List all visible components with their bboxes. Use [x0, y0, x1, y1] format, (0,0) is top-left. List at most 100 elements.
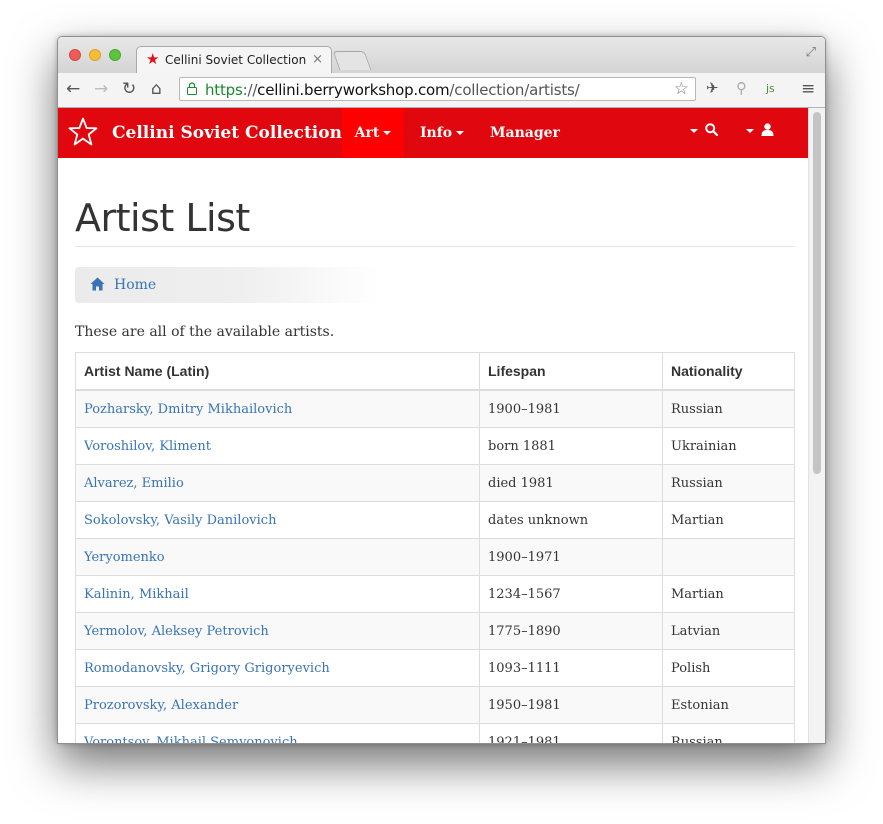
lifespan-cell: 1950–1981 [479, 686, 663, 724]
artist-link[interactable]: Yeryomenko [84, 550, 165, 565]
artists-table: Artist Name (Latin) Lifespan Nationality… [75, 352, 795, 744]
artist-name-cell: Yeryomenko [75, 538, 480, 576]
nationality-cell: Martian [662, 575, 795, 613]
artist-link[interactable]: Vorontsov, Mikhail Semyonovich [84, 735, 298, 744]
window-maximize-button[interactable] [109, 49, 121, 61]
reload-icon[interactable]: ↻ [122, 79, 136, 99]
browser-toolbar: ← → ↻ ⌂ https://cellini.berryworkshop.co… [58, 73, 825, 108]
artist-link[interactable]: Prozorovsky, Alexander [84, 698, 238, 713]
artist-link[interactable]: Romodanovsky, Grigory Grigoryevich [84, 661, 330, 676]
nav-art[interactable]: Art [342, 108, 404, 158]
address-bar[interactable]: https://cellini.berryworkshop.com/collec… [179, 77, 696, 101]
artist-name-cell: Prozorovsky, Alexander [75, 686, 480, 724]
breadcrumb: Home [75, 267, 380, 303]
nationality-cell [662, 538, 795, 576]
window-minimize-button[interactable] [89, 49, 101, 61]
new-tab-button[interactable] [332, 51, 372, 70]
artist-link[interactable]: Yermolov, Aleksey Petrovich [84, 624, 269, 639]
lifespan-cell: 1900–1971 [479, 538, 663, 576]
title-divider [75, 246, 795, 247]
lifespan-cell: dates unknown [479, 501, 663, 539]
table-row: Sokolovsky, Vasily Danilovich dates unkn… [75, 501, 795, 539]
nationality-cell: Ukrainian [662, 427, 795, 465]
page-title: Artist List [75, 196, 250, 240]
table-row: Yeryomenko 1900–1971 [75, 538, 795, 576]
tab-title: Cellini Soviet Collection [165, 53, 307, 67]
lifespan-cell: born 1881 [479, 427, 663, 465]
forward-icon[interactable]: → [94, 79, 108, 99]
magnifier-extension-icon[interactable]: ⚲ [736, 79, 747, 97]
header-lifespan[interactable]: Lifespan [479, 352, 663, 391]
nationality-cell: Polish [662, 649, 795, 687]
artist-name-cell: Vorontsov, Mikhail Semyonovich [75, 723, 480, 744]
artist-name-cell: Yermolov, Aleksey Petrovich [75, 612, 480, 650]
nationality-cell: Martian [662, 501, 795, 539]
user-dropdown[interactable] [746, 121, 774, 139]
nationality-cell: Russian [662, 464, 795, 502]
page-content: Artist List Home These are all of the av… [58, 158, 811, 744]
lifespan-cell: 1775–1890 [479, 612, 663, 650]
lifespan-cell: 1921–1981 [479, 723, 663, 743]
browser-tab[interactable]: ★ Cellini Soviet Collection × [136, 46, 332, 74]
user-icon [761, 123, 774, 136]
tab-strip: ★ Cellini Soviet Collection × ⤢ [58, 37, 825, 74]
header-nationality[interactable]: Nationality [662, 352, 795, 391]
table-row: Alvarez, Emilio died 1981 Russian [75, 464, 795, 502]
intro-text: These are all of the available artists. [75, 324, 335, 340]
star-bookmark-icon[interactable]: ☆ [674, 79, 689, 99]
vertical-scrollbar[interactable] [808, 108, 825, 743]
lifespan-cell: 1093–1111 [479, 649, 663, 687]
artist-name-cell: Pozharsky, Dmitry Mikhailovich [75, 389, 480, 428]
nationality-cell: Russian [662, 389, 795, 428]
artist-link[interactable]: Voroshilov, Kliment [84, 439, 211, 454]
artist-link[interactable]: Sokolovsky, Vasily Danilovich [84, 513, 276, 528]
artist-link[interactable]: Kalinin, Mikhail [84, 587, 189, 602]
menu-icon[interactable]: ≡ [801, 79, 815, 99]
back-icon[interactable]: ← [66, 79, 80, 99]
browser-window: ★ Cellini Soviet Collection × ⤢ ← → ↻ ⌂ … [57, 36, 826, 744]
caret-down-icon [690, 128, 698, 133]
star-outline-icon [68, 117, 98, 146]
site-navbar: Cellini Soviet Collection Art Info Manag… [58, 108, 811, 158]
table-row: Yermolov, Aleksey Petrovich 1775–1890 La… [75, 612, 795, 650]
caret-down-icon [383, 131, 392, 135]
table-row: Prozorovsky, Alexander 1950–1981 Estonia… [75, 686, 795, 724]
lifespan-cell: 1900–1981 [479, 389, 663, 428]
nationality-cell: Estonian [662, 686, 795, 724]
artist-name-cell: Voroshilov, Kliment [75, 427, 480, 465]
artist-name-cell: Alvarez, Emilio [75, 464, 480, 502]
nav-info[interactable]: Info [420, 108, 465, 158]
table-row: Pozharsky, Dmitry Mikhailovich 1900–1981… [75, 389, 795, 428]
js-extension-icon[interactable]: js [766, 82, 775, 95]
search-icon [704, 123, 718, 137]
header-artist-name[interactable]: Artist Name (Latin) [75, 352, 480, 391]
window-close-button[interactable] [69, 49, 81, 61]
nationality-cell: Russian [662, 723, 795, 743]
caret-down-icon [456, 131, 465, 135]
lifespan-cell: 1234–1567 [479, 575, 663, 613]
lifespan-cell: died 1981 [479, 464, 663, 502]
fullscreen-icon[interactable]: ⤢ [806, 45, 816, 60]
caret-down-icon [746, 128, 754, 133]
artist-name-cell: Kalinin, Mikhail [75, 575, 480, 613]
table-row: Kalinin, Mikhail 1234–1567 Martian [75, 575, 795, 613]
scrollbar-thumb[interactable] [813, 112, 821, 474]
nationality-cell: Latvian [662, 612, 795, 650]
table-row: Voroshilov, Kliment born 1881 Ukrainian [75, 427, 795, 465]
artist-link[interactable]: Alvarez, Emilio [84, 476, 184, 491]
table-row: Vorontsov, Mikhail Semyonovich 1921–1981… [75, 723, 795, 744]
breadcrumb-home-link[interactable]: Home [114, 277, 156, 293]
home-nav-icon[interactable]: ⌂ [151, 79, 162, 99]
artist-name-cell: Romodanovsky, Grigory Grigoryevich [75, 649, 480, 687]
brand-link[interactable]: Cellini Soviet Collection [112, 123, 342, 143]
pin-extension-icon[interactable]: ✈ [706, 79, 719, 97]
tab-close-icon[interactable]: × [312, 52, 323, 67]
search-dropdown[interactable] [690, 121, 718, 139]
table-row: Romodanovsky, Grigory Grigoryevich 1093–… [75, 649, 795, 687]
artist-name-cell: Sokolovsky, Vasily Danilovich [75, 501, 480, 539]
artist-link[interactable]: Pozharsky, Dmitry Mikhailovich [84, 402, 292, 417]
url-text: https://cellini.berryworkshop.com/collec… [205, 81, 580, 99]
nav-manager[interactable]: Manager [490, 108, 560, 158]
lock-icon [187, 82, 197, 95]
table-header-row: Artist Name (Latin) Lifespan Nationality [75, 352, 795, 391]
